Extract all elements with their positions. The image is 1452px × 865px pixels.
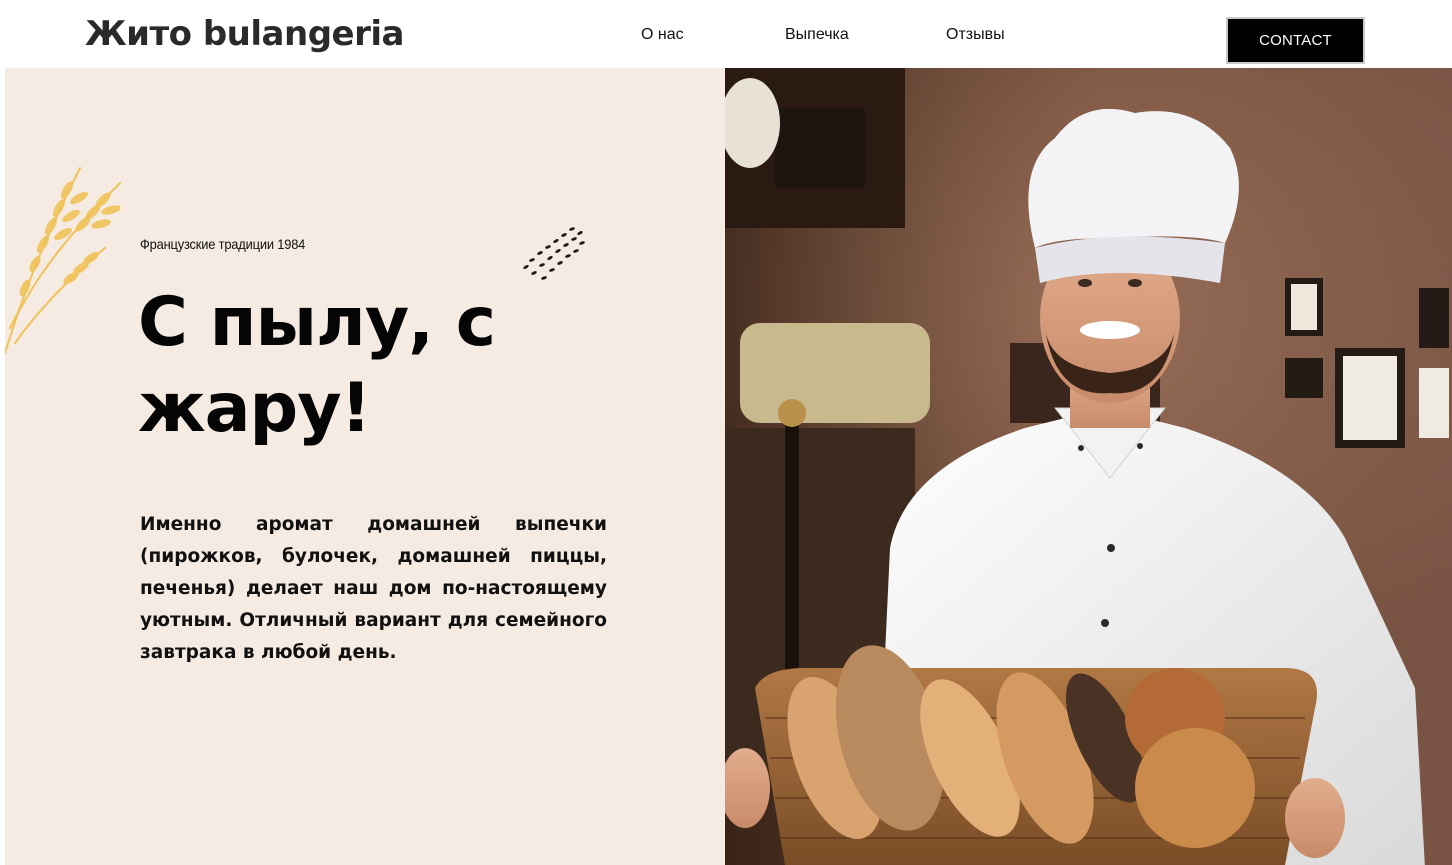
hero-tagline: Французские традиции 1984 [140,236,306,252]
nav-link-about[interactable]: О нас [641,26,684,44]
seeds-icon [523,227,585,280]
site-logo[interactable]: Жито bulangeria [85,14,404,54]
hero-description: Именно аромат домашней выпечки (пирожков… [140,514,607,663]
wheat-icon [5,167,121,354]
site-header: Жито bulangeria О нас Выпечка Отзывы CON… [0,0,1452,68]
hero-headline: С пылу, с жару! [138,283,496,448]
nav-link-bakery[interactable]: Выпечка [785,26,849,44]
baker-image [725,68,1452,865]
nav-link-reviews[interactable]: Отзывы [946,26,1005,44]
contact-button[interactable]: CONTACT [1226,17,1365,64]
hero-text-panel: Французские традиции 1984 С пылу, с жару… [5,68,725,865]
hero-baker-photo [725,68,1452,865]
